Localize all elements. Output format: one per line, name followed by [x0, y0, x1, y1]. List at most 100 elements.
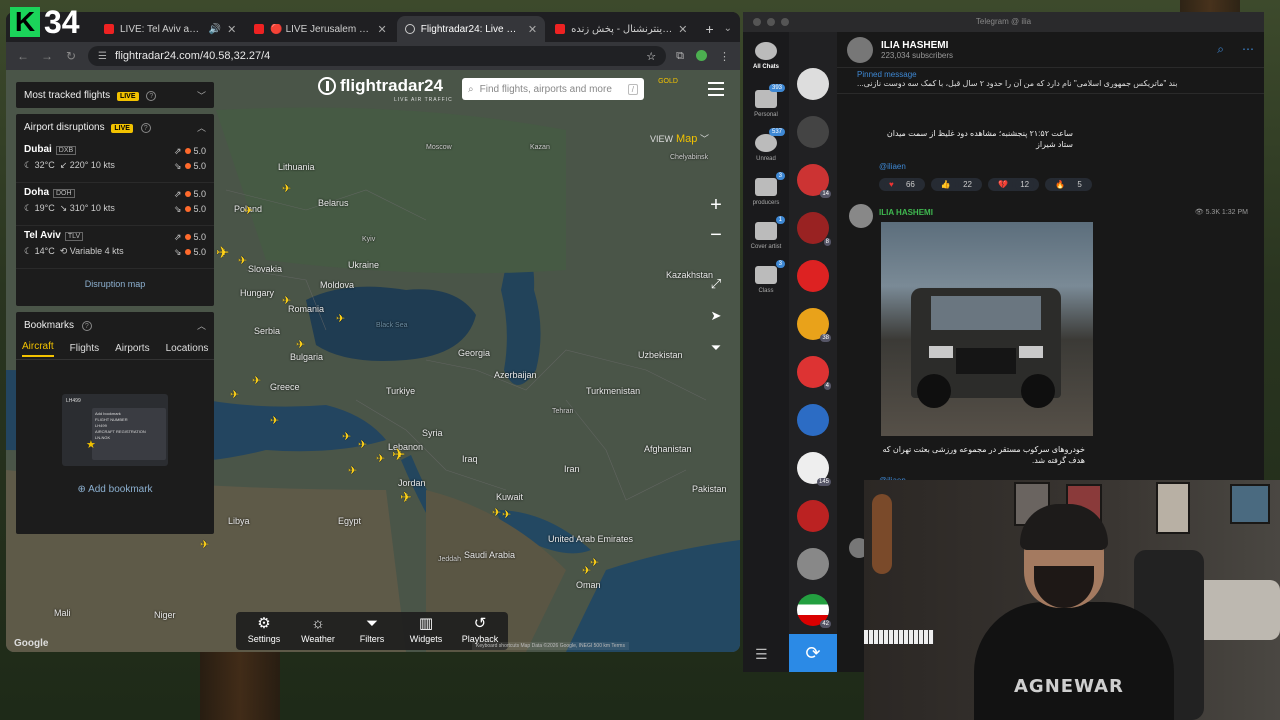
browser-tab-active[interactable]: Flightradar24: Live Flight T ✕: [396, 16, 546, 42]
aircraft-icon[interactable]: ✈: [358, 440, 367, 451]
aircraft-icon[interactable]: ✈: [270, 416, 279, 427]
chat-avatar[interactable]: 8: [797, 212, 831, 246]
chat-avatar[interactable]: 14: [797, 164, 831, 198]
chat-avatar[interactable]: [797, 500, 829, 532]
aircraft-icon[interactable]: ✈: [348, 466, 357, 477]
chat-avatar[interactable]: 4: [797, 356, 831, 390]
tab-locations[interactable]: Locations: [166, 343, 209, 354]
folder-all-chats[interactable]: All Chats: [743, 42, 789, 70]
menu-icon[interactable]: [708, 82, 724, 100]
chevron-up-icon[interactable]: ︿: [197, 121, 206, 134]
bookmark-star-icon[interactable]: ☆: [646, 50, 656, 63]
aircraft-icon[interactable]: ✈: [216, 246, 229, 262]
aircraft-icon[interactable]: ✈: [392, 448, 405, 464]
site-info-icon[interactable]: ☰: [98, 51, 107, 62]
window-controls[interactable]: [753, 18, 789, 26]
aircraft-icon[interactable]: ✈: [296, 340, 305, 351]
aircraft-icon[interactable]: ✈: [582, 566, 591, 577]
aircraft-icon[interactable]: ✈: [590, 558, 599, 569]
tab-aircraft[interactable]: Aircraft: [22, 341, 54, 357]
airport-row[interactable]: Dubai DXB ☾ 32°C ↙ 220° 10 kts ⇗ 5.0 ⇘ 5.0: [16, 140, 214, 183]
aircraft-icon[interactable]: ✈: [282, 296, 291, 307]
tab-flights[interactable]: Flights: [70, 343, 99, 354]
aircraft-icon[interactable]: ✈: [400, 490, 412, 504]
folder-cover-artist[interactable]: 1 Cover artist: [743, 216, 789, 250]
reload-icon[interactable]: ↻: [64, 49, 78, 63]
settings-button[interactable]: ⚙ Settings: [240, 612, 288, 650]
locate-icon[interactable]: ➤: [706, 308, 726, 324]
add-bookmark-button[interactable]: ⊕ Add bookmark: [16, 484, 214, 495]
aircraft-icon[interactable]: ✈: [252, 376, 261, 387]
filter-funnel-icon[interactable]: ⏷: [706, 340, 726, 356]
weather-button[interactable]: ☼ Weather: [294, 612, 342, 650]
pinned-message[interactable]: Pinned message بند "ماتریکس جمهوری اسلام…: [837, 68, 1264, 94]
aircraft-icon[interactable]: ✈: [244, 206, 253, 217]
browser-tab[interactable]: 🔴 LIVE Jerusalem Now | W ✕: [246, 16, 394, 42]
close-tab-icon[interactable]: ✕: [378, 23, 387, 36]
chat-avatar[interactable]: [797, 116, 829, 148]
reaction-thumbs-up[interactable]: 👍 22: [930, 178, 982, 191]
post-photo[interactable]: [881, 222, 1093, 436]
chat-avatar[interactable]: [797, 260, 829, 292]
extension-icon[interactable]: ⧉: [676, 50, 684, 63]
zoom-out-button[interactable]: −: [706, 224, 726, 247]
fullscreen-icon[interactable]: ⤢: [706, 276, 726, 292]
airport-row[interactable]: Doha DOH ☾ 19°C ↘ 310° 10 kts ⇗ 5.0 ⇘ 5.0: [16, 183, 214, 226]
channel-handle-link[interactable]: @iliaen: [879, 162, 906, 171]
help-icon[interactable]: ?: [81, 320, 92, 331]
close-tab-icon[interactable]: ✕: [678, 23, 687, 36]
flight-map[interactable]: Lithuania Belarus Poland Ukraine Slovaki…: [6, 70, 740, 652]
search-input[interactable]: ⌕ Find flights, airports and more /: [462, 78, 644, 100]
aircraft-icon[interactable]: ✈: [230, 390, 239, 401]
aircraft-icon[interactable]: ✈: [282, 184, 291, 195]
chat-avatar[interactable]: [797, 68, 829, 100]
close-tab-icon[interactable]: ✕: [227, 23, 236, 36]
audio-icon[interactable]: 🔊: [209, 24, 221, 35]
help-icon[interactable]: ?: [146, 90, 157, 101]
search-icon[interactable]: ⌕: [1217, 42, 1224, 57]
aircraft-icon[interactable]: ✈: [336, 314, 345, 325]
reaction-heart[interactable]: ♥ 66: [879, 178, 925, 191]
author-avatar[interactable]: [849, 204, 873, 228]
tab-search-icon[interactable]: ⌄: [724, 16, 732, 42]
map-attribution[interactable]: Keyboard shortcuts Map Data ©2026 Google…: [472, 642, 629, 650]
gold-account-button[interactable]: ♙ GOLD: [656, 78, 680, 85]
aircraft-icon[interactable]: ✈: [238, 256, 247, 267]
forward-icon[interactable]: →: [40, 49, 54, 63]
browser-tab[interactable]: ایران اینترنشنال - پخش زنده ✕: [547, 16, 695, 42]
aircraft-icon[interactable]: ✈: [342, 432, 351, 443]
browser-tab[interactable]: LIVE: Tel Aviv and Jeru 🔊 ✕: [96, 16, 244, 42]
airport-row[interactable]: Tel Aviv TLV ☾ 14°C ⟲ Variable 4 kts ⇗ 5.0…: [16, 226, 214, 269]
channel-header[interactable]: ILIA HASHEMI 223,034 subscribers ⌕ ⋯: [837, 32, 1264, 68]
new-tab-button[interactable]: +: [697, 16, 721, 42]
menu-icon[interactable]: ⋮: [719, 50, 730, 63]
aircraft-icon[interactable]: ✈: [502, 510, 511, 521]
disruption-map-link[interactable]: Disruption map: [16, 269, 214, 295]
refresh-icon[interactable]: ⟳: [789, 634, 837, 672]
url-field[interactable]: ☰ flightradar24.com/40.58,32.27/4 ☆: [88, 46, 667, 66]
aircraft-icon[interactable]: ✈: [376, 454, 385, 465]
chat-avatar[interactable]: 145: [797, 452, 831, 486]
aircraft-icon[interactable]: ✈: [200, 540, 209, 551]
flightradar-logo[interactable]: flightradar24: [318, 76, 443, 96]
close-tab-icon[interactable]: ✕: [528, 23, 537, 36]
tab-airports[interactable]: Airports: [115, 343, 149, 354]
view-selector[interactable]: VIEW Map ﹀: [650, 132, 709, 145]
reaction-broken-heart[interactable]: 💔 12: [988, 178, 1040, 191]
widgets-button[interactable]: ▥ Widgets: [402, 612, 450, 650]
folder-class[interactable]: 3 Class: [743, 260, 789, 294]
aircraft-icon[interactable]: ✈: [492, 508, 501, 519]
zoom-in-button[interactable]: +: [706, 194, 726, 217]
folder-personal[interactable]: 393 Personal: [743, 84, 789, 118]
most-tracked-panel[interactable]: Most tracked flights LIVE ? ﹀: [16, 82, 214, 108]
help-icon[interactable]: ?: [140, 122, 151, 133]
post-author[interactable]: ILIA HASHEMI: [879, 208, 933, 217]
more-icon[interactable]: ⋯: [1242, 42, 1254, 57]
extension-icon[interactable]: [696, 49, 707, 61]
back-icon[interactable]: ←: [16, 49, 30, 63]
filters-button[interactable]: ⏷ Filters: [348, 612, 396, 650]
chevron-up-icon[interactable]: ︿: [197, 319, 206, 332]
reaction-fire[interactable]: 🔥 5: [1045, 178, 1092, 191]
chevron-down-icon[interactable]: ﹀: [197, 89, 206, 102]
chat-avatar[interactable]: 38: [797, 308, 831, 342]
